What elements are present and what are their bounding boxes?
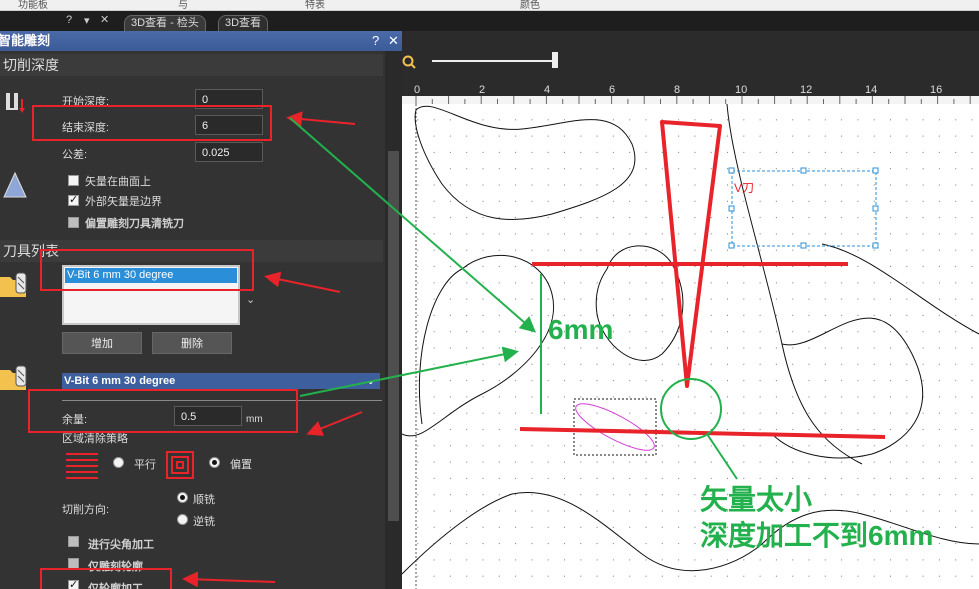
tolerance-input[interactable]: 0.025: [195, 142, 263, 162]
conventional-label: 逆铣: [193, 516, 215, 528]
menu-item[interactable]: 功能板: [18, 0, 48, 11]
ruler-ticks: [415, 96, 971, 104]
depth-icon: [4, 89, 28, 119]
highlight-allowance: [28, 389, 298, 433]
highlight-contour-only: [40, 568, 172, 589]
parallel-label: 平行: [134, 459, 156, 471]
ruler-tick-label: 12: [800, 84, 813, 96]
tool-folder-icon: [0, 269, 32, 299]
section-cut-depth-label: 切削深度: [3, 57, 59, 73]
climb-label: 顺铣: [193, 494, 215, 506]
zoom-slider-thumb[interactable]: [552, 52, 558, 68]
annotation-line-2: 深度加工不到6mm: [700, 520, 934, 551]
offset-strategy-icon: [166, 451, 194, 479]
ruler-tick-label: 14: [865, 84, 878, 96]
ruler-tick-label: 10: [735, 84, 748, 96]
ruler-tick-label: 8: [674, 84, 681, 96]
highlight-tool-list: [40, 249, 254, 291]
vector-on-surface-label: 矢量在曲面上: [85, 176, 151, 188]
climb-radio[interactable]: [177, 492, 188, 503]
parallel-strategy-icon: [66, 451, 98, 479]
tab-3d-view-active[interactable]: 3D查看 - 检头: [124, 15, 206, 32]
outer-vector-boundary-checkbox[interactable]: [68, 193, 79, 206]
ruler-tick-label: 16: [930, 84, 943, 96]
vector-on-surface-checkbox[interactable]: [68, 175, 79, 186]
menu-item[interactable]: 颜色: [520, 0, 540, 11]
offset-radio[interactable]: [209, 457, 220, 468]
ruler-tick-label: 6: [609, 84, 616, 96]
zoom-icon[interactable]: [402, 55, 416, 69]
ruler-tick-label: 0: [414, 84, 421, 96]
offset-tool-checkbox[interactable]: [68, 217, 79, 228]
tool-dropdown-value: V-Bit 6 mm 30 degree: [64, 375, 176, 387]
smart-engrave-panel: 智能雕刻 ? ✕ 切削深度 开始深度: 0 结束深度: 6 公差: 0.025 …: [0, 31, 402, 589]
pin-icon[interactable]: ▾: [84, 14, 90, 27]
cut-direction-label: 切削方向:: [62, 504, 110, 516]
outer-vector-boundary-label: 外部矢量是边界: [85, 196, 162, 208]
ruler-tick-label: 2: [479, 84, 486, 96]
delete-tool-button[interactable]: 删除: [152, 332, 232, 354]
panel-scrollbar-thumb[interactable]: [388, 151, 399, 521]
panel-title-bar: 智能雕刻 ? ✕: [0, 31, 402, 51]
close-button[interactable]: ✕: [388, 31, 399, 51]
offset-tool-label: 偏置雕刻刀具清铣刀: [85, 218, 184, 230]
close-icon[interactable]: ✕: [100, 13, 109, 26]
chevron-down-icon[interactable]: ⌄: [246, 293, 255, 306]
horizontal-ruler: 0 2 4 6 8 10 12 14 16: [402, 84, 979, 104]
tool-dropdown[interactable]: V-Bit 6 mm 30 degree ⌄: [62, 373, 380, 389]
section-cut-depth[interactable]: 切削深度: [0, 54, 383, 76]
highlight-end-depth: [32, 105, 272, 141]
menu-item[interactable]: 与: [178, 0, 188, 11]
corner-machining-label: 进行尖角加工: [88, 539, 154, 551]
ruler-tick-label: 4: [544, 84, 551, 96]
help-icon[interactable]: ?: [66, 14, 72, 26]
conventional-radio[interactable]: [177, 514, 188, 525]
vector-label: V刀: [734, 181, 755, 195]
vector-triangle-icon: [2, 171, 28, 199]
help-button[interactable]: ?: [372, 31, 379, 51]
tool-folder-icon-2: [0, 362, 32, 392]
parallel-radio[interactable]: [113, 457, 124, 468]
zoom-slider-track[interactable]: [432, 60, 554, 62]
panel-title: 智能雕刻: [0, 33, 51, 48]
corner-machining-checkbox[interactable]: [68, 536, 79, 547]
tab-3d-view[interactable]: 3D查看: [218, 15, 269, 32]
depth-annotation: 6mm: [548, 314, 614, 345]
add-tool-button[interactable]: 增加: [62, 332, 142, 354]
top-menu-strip: 功能板 与 特表 颜色: [0, 0, 979, 11]
annotation-line-1: 矢量太小: [700, 484, 813, 515]
drawing-canvas[interactable]: V刀 6mm 矢量太小 深度加工不到6mm: [402, 104, 979, 589]
menu-item[interactable]: 特表: [305, 0, 325, 11]
chevron-down-icon: ⌄: [366, 375, 376, 387]
document-tab-bar: ? ▾ ✕ 3D查看 - 检头 3D查看: [0, 11, 979, 32]
offset-label: 偏置: [230, 459, 252, 471]
tolerance-label: 公差:: [62, 149, 88, 161]
